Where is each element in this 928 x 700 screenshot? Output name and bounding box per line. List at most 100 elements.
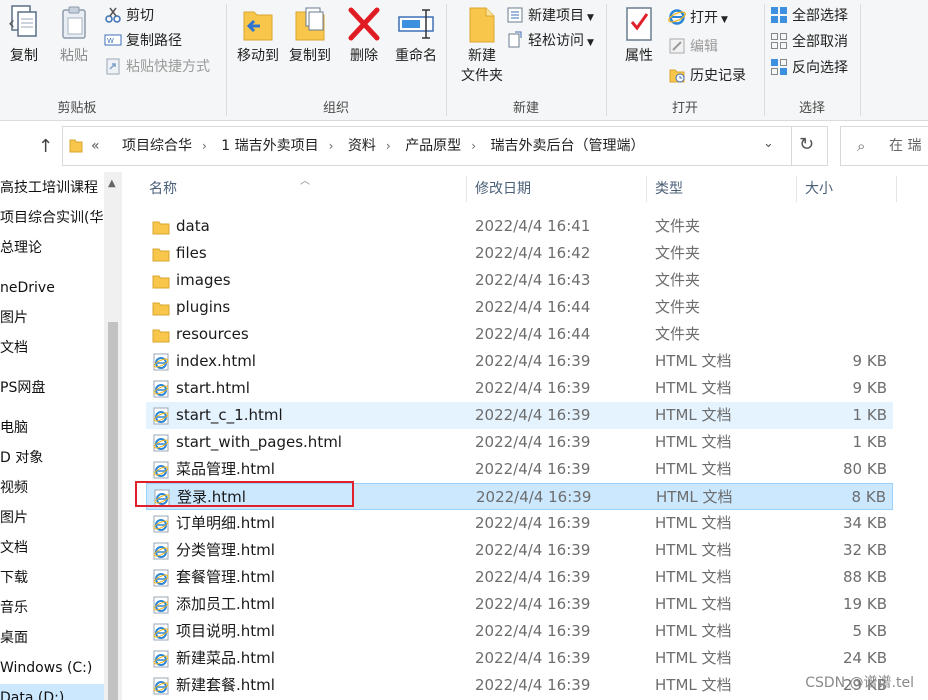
invert-selection-icon (771, 59, 787, 75)
file-row[interactable]: 新建套餐.html 2022/4/4 16:39 HTML 文档 29 KB (146, 672, 893, 699)
refresh-icon[interactable]: ↻ (799, 134, 814, 155)
rename-button[interactable]: 重命名 (390, 4, 442, 66)
breadcrumb: « 项目综合华 › 1 瑞吉外卖项目 › 资料 › 产品原型 › 瑞吉外卖后台（管理端） (91, 127, 644, 165)
breadcrumb-item[interactable]: 资料 (348, 138, 376, 154)
chevron-down-icon: ▼ (587, 38, 594, 48)
move-to-label: 移动到 (237, 48, 279, 64)
svg-text:W: W (107, 37, 114, 45)
edit-button[interactable]: 编辑 (668, 36, 718, 58)
file-name: images (176, 271, 231, 289)
file-row[interactable]: 菜品管理.html 2022/4/4 16:39 HTML 文档 80 KB (146, 456, 893, 483)
file-type: 文件夹 (655, 271, 701, 289)
file-row[interactable]: start_with_pages.html 2022/4/4 16:39 HTML … (146, 429, 893, 456)
copy-to-button[interactable]: 复制到 (284, 4, 336, 66)
column-size[interactable]: 大小 (797, 172, 833, 206)
properties-button[interactable]: 属性 (616, 4, 662, 66)
nav-item[interactable]: 下载 (0, 567, 28, 589)
file-row[interactable]: resources 2022/4/4 16:44 文件夹 (146, 321, 893, 348)
folder-icon (152, 326, 170, 344)
nav-item[interactable]: PS网盘 (0, 377, 45, 399)
clipboard-group-label: 剪贴板 (57, 101, 97, 116)
file-name: 新建套餐.html (176, 676, 275, 694)
file-date: 2022/4/4 16:39 (475, 649, 591, 667)
file-row[interactable]: start_c_1.html 2022/4/4 16:39 HTML 文档 1 KB (146, 402, 893, 429)
breadcrumb-item[interactable]: 瑞吉外卖后台（管理端） (490, 138, 644, 154)
nav-item-this-pc[interactable]: 电脑 (0, 417, 28, 439)
paste-shortcut-label: 粘贴快捷方式 (126, 59, 210, 75)
file-size: 32 KB (843, 541, 887, 559)
new-folder-button[interactable]: 新建 文件夹 (452, 4, 512, 86)
file-row[interactable]: 新建菜品.html 2022/4/4 16:39 HTML 文档 24 KB (146, 645, 893, 672)
file-size: 1 KB (852, 433, 887, 451)
cut-button[interactable]: 剪切 (104, 5, 154, 27)
file-row[interactable]: 项目说明.html 2022/4/4 16:39 HTML 文档 5 KB (146, 618, 893, 645)
open-button[interactable]: 打开 ▼ (668, 7, 728, 29)
file-row[interactable]: 套餐管理.html 2022/4/4 16:39 HTML 文档 88 KB (146, 564, 893, 591)
paste-button[interactable]: 粘贴 (54, 4, 94, 66)
file-name: files (176, 244, 207, 262)
nav-item[interactable]: 图片 (0, 307, 28, 329)
file-row[interactable]: 添加员工.html 2022/4/4 16:39 HTML 文档 19 KB (146, 591, 893, 618)
address-history-chevron-icon[interactable]: ⌄ (763, 136, 774, 151)
file-row[interactable]: plugins 2022/4/4 16:44 文件夹 (146, 294, 893, 321)
search-box[interactable]: ⌕ 在 瑞 (840, 126, 928, 166)
nav-item[interactable]: 文档 (0, 537, 28, 559)
file-size: 8 KB (851, 488, 886, 506)
history-button[interactable]: 历史记录 (668, 65, 746, 87)
nav-item[interactable]: D 对象 (0, 447, 43, 469)
column-type[interactable]: 类型 (647, 172, 683, 206)
copy-path-button[interactable]: W 复制路径 (104, 30, 182, 52)
file-name: 新建菜品.html (176, 649, 275, 667)
open-group-label: 打开 (671, 101, 698, 116)
nav-item[interactable]: 总理论 (0, 237, 42, 259)
nav-item-drive-c[interactable]: Windows (C:) (0, 657, 92, 679)
folder-icon (152, 218, 170, 236)
easy-access-button[interactable]: 轻松访问 ▼ (506, 30, 594, 52)
breadcrumb-item[interactable]: 1 瑞吉外卖项目 (221, 138, 318, 154)
file-row[interactable]: start.html 2022/4/4 16:39 HTML 文档 9 KB (146, 375, 893, 402)
chevron-right-icon[interactable]: › (386, 139, 391, 153)
easy-access-label: 轻松访问 (528, 33, 584, 49)
delete-button[interactable]: 删除 (344, 4, 384, 66)
back-arrow-icon[interactable]: ‹ (8, 13, 15, 34)
up-arrow-icon[interactable]: ↑ (38, 136, 53, 157)
chevron-right-icon[interactable]: › (329, 139, 334, 153)
nav-item[interactable]: 项目综合实训(华 (0, 207, 103, 229)
select-none-button[interactable]: 全部取消 (770, 31, 848, 53)
nav-item-drive-d[interactable]: Data (D:) (0, 684, 104, 700)
file-row[interactable]: files 2022/4/4 16:42 文件夹 (146, 240, 893, 267)
nav-item[interactable]: 视频 (0, 477, 28, 499)
nav-item[interactable]: 高技工培训课程 (0, 177, 98, 199)
nav-item[interactable]: 图片 (0, 507, 28, 529)
scrollbar-thumb[interactable] (108, 322, 118, 700)
breadcrumb-overflow[interactable]: « (91, 138, 100, 154)
nav-item[interactable]: 桌面 (0, 627, 28, 649)
column-name[interactable]: 名称 (141, 172, 177, 206)
column-date[interactable]: 修改日期 (467, 172, 531, 206)
new-item-button[interactable]: 新建项目 ▼ (506, 5, 594, 27)
file-row[interactable]: data 2022/4/4 16:41 文件夹 (146, 213, 893, 240)
file-size: 34 KB (843, 514, 887, 532)
scroll-up-arrow-icon[interactable]: ▲ (108, 178, 116, 189)
select-all-button[interactable]: 全部选择 (770, 5, 848, 27)
chevron-right-icon[interactable]: › (202, 139, 207, 153)
navigation-scrollbar[interactable]: ▲ (104, 172, 122, 700)
file-row[interactable]: 订单明细.html 2022/4/4 16:39 HTML 文档 34 KB (146, 510, 893, 537)
file-type: HTML 文档 (655, 406, 732, 424)
nav-item[interactable]: 文档 (0, 337, 28, 359)
breadcrumb-item[interactable]: 项目综合华 (122, 138, 192, 154)
file-row[interactable]: images 2022/4/4 16:43 文件夹 (146, 267, 893, 294)
nav-item-onedrive[interactable]: neDrive (0, 277, 55, 299)
chevron-right-icon[interactable]: › (471, 139, 476, 153)
file-row[interactable]: index.html 2022/4/4 16:39 HTML 文档 9 KB (146, 348, 893, 375)
file-name: 套餐管理.html (176, 568, 275, 586)
select-group: 全部选择 全部取消 反向选择 选择 (764, 0, 860, 121)
paste-shortcut-button[interactable]: 粘贴快捷方式 (104, 56, 210, 78)
address-bar[interactable]: « 项目综合华 › 1 瑞吉外卖项目 › 资料 › 产品原型 › 瑞吉外卖后台（管理端）… (62, 126, 828, 166)
move-to-button[interactable]: 移动到 (232, 4, 284, 66)
file-date: 2022/4/4 16:39 (475, 460, 591, 478)
file-row[interactable]: 分类管理.html 2022/4/4 16:39 HTML 文档 32 KB (146, 537, 893, 564)
invert-selection-button[interactable]: 反向选择 (770, 57, 848, 79)
nav-item[interactable]: 音乐 (0, 597, 28, 619)
breadcrumb-item[interactable]: 产品原型 (405, 138, 461, 154)
